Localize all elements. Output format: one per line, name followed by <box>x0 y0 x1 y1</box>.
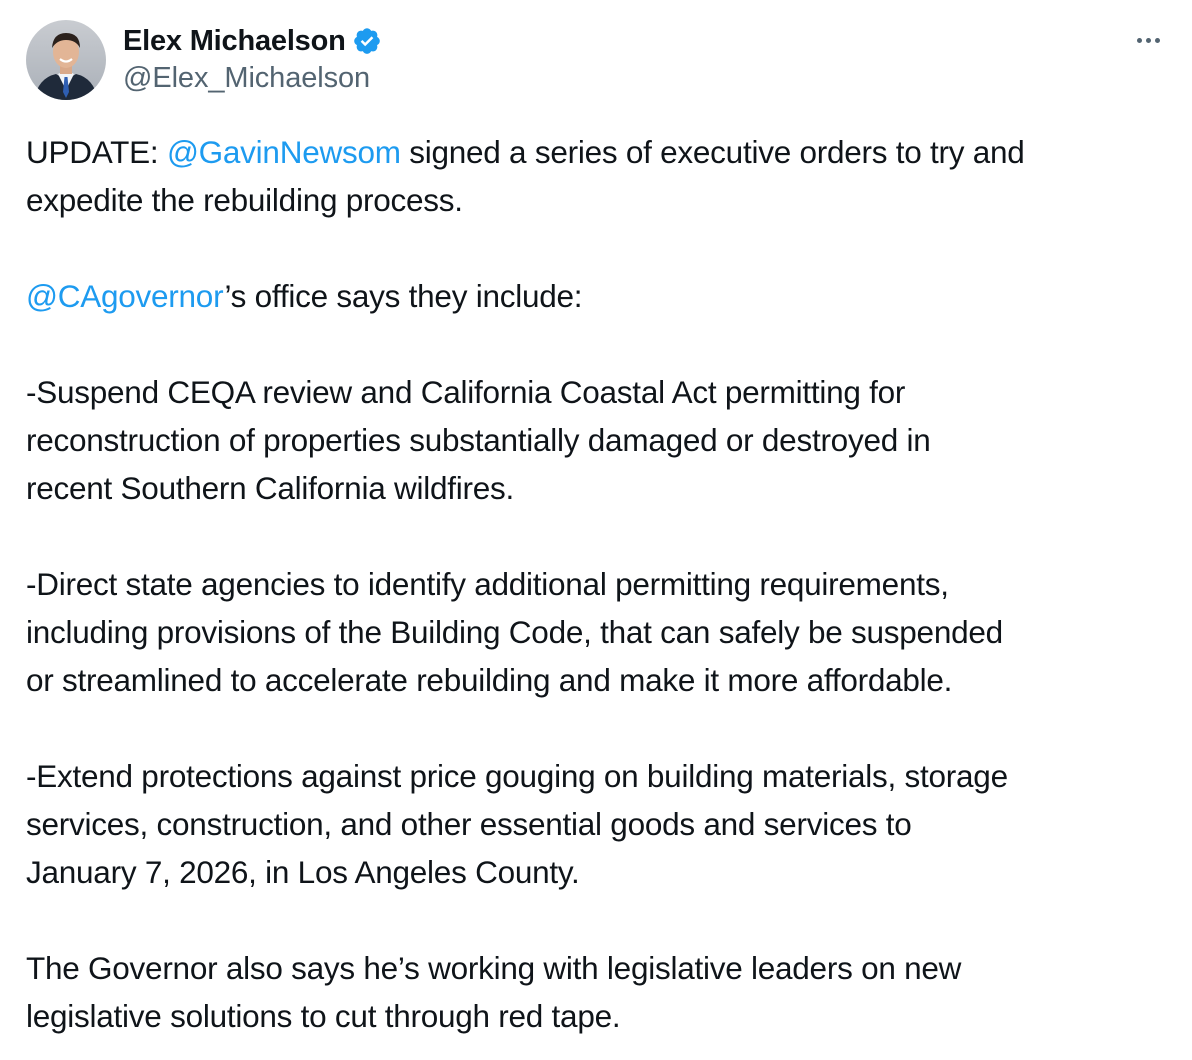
tweet-bullet-2: -Direct state agencies to identify addit… <box>26 560 1166 704</box>
p1-text-b: expedite the rebuilding process. <box>26 182 463 218</box>
tweet-paragraph-4: The Governor also says he’s working with… <box>26 944 1166 1040</box>
tweet-text: UPDATE: @GavinNewsom signed a series of … <box>26 128 1166 1040</box>
b3-line-3: January 7, 2026, in Los Angeles County. <box>26 854 580 890</box>
tweet-paragraph-2: @CAgovernor’s office says they include: <box>26 272 1166 320</box>
p4-line-2: legislative solutions to cut through red… <box>26 998 621 1034</box>
author-handle[interactable]: @Elex_Michaelson <box>123 62 382 95</box>
display-name-row: Elex Michaelson <box>123 22 382 60</box>
b1-line-2: reconstruction of properties substantial… <box>26 422 931 458</box>
b2-line-2: including provisions of the Building Cod… <box>26 614 1003 650</box>
p1-text-a: signed a series of executive orders to t… <box>400 134 1025 170</box>
avatar-photo <box>26 20 106 100</box>
author-avatar[interactable] <box>26 20 106 100</box>
p2-text: ’s office says they include: <box>224 278 583 314</box>
b3-line-2: services, construction, and other essent… <box>26 806 912 842</box>
tweet-header: Elex Michaelson @Elex_Michaelson <box>26 20 1172 102</box>
tweet-card: Elex Michaelson @Elex_Michaelson UPDATE:… <box>0 0 1192 1060</box>
update-prefix: UPDATE: <box>26 134 167 170</box>
tweet-bullet-3: -Extend protections against price gougin… <box>26 752 1166 896</box>
b1-line-3: recent Southern California wildfires. <box>26 470 514 506</box>
author-names: Elex Michaelson @Elex_Michaelson <box>123 22 382 95</box>
tweet-paragraph-1: UPDATE: @GavinNewsom signed a series of … <box>26 128 1166 224</box>
b3-line-1: -Extend protections against price gougin… <box>26 758 1008 794</box>
mention-cagovernor[interactable]: @CAgovernor <box>26 278 225 314</box>
b1-line-1: -Suspend CEQA review and California Coas… <box>26 374 906 410</box>
verified-badge-icon[interactable] <box>352 26 382 56</box>
b2-line-1: -Direct state agencies to identify addit… <box>26 566 949 602</box>
p4-line-1: The Governor also says he’s working with… <box>26 950 962 986</box>
mention-gavinnewsom[interactable]: @GavinNewsom <box>167 134 401 170</box>
tweet-bullet-1: -Suspend CEQA review and California Coas… <box>26 368 1166 512</box>
b2-line-3: or streamlined to accelerate rebuilding … <box>26 662 953 698</box>
more-options-icon[interactable] <box>1128 26 1168 54</box>
author-display-name[interactable]: Elex Michaelson <box>123 25 346 58</box>
